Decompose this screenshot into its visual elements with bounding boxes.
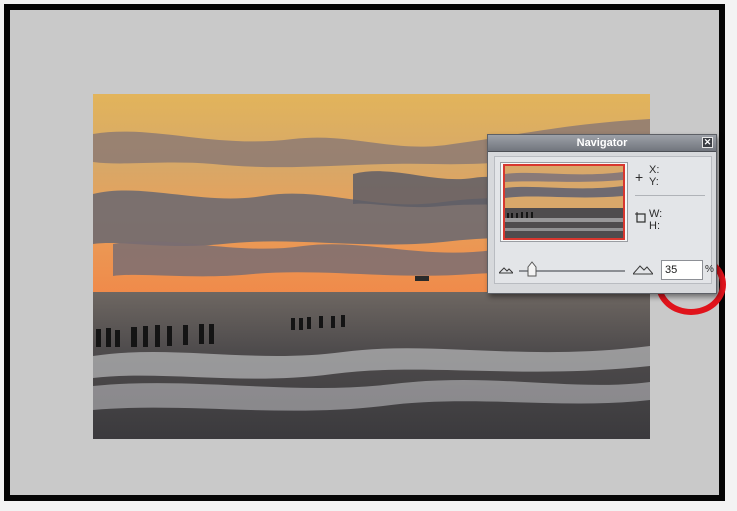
navigator-thumbnail-frame (500, 162, 628, 242)
navigator-body: + X: Y: W: H: 35 % (494, 156, 714, 284)
info-divider (635, 195, 705, 196)
navigator-info: + X: Y: W: H: (635, 162, 707, 242)
h-label: H: (649, 220, 660, 232)
selection-size-icon (635, 212, 646, 223)
w-label: W: (649, 208, 663, 220)
x-label: X: (649, 164, 660, 176)
crosshair-icon: + (635, 169, 644, 185)
navigator-titlebar[interactable]: Navigator ✕ (488, 135, 716, 152)
zoom-percent-label: % (705, 264, 714, 275)
close-icon[interactable]: ✕ (702, 137, 713, 148)
zoom-out-mountain-icon[interactable] (499, 265, 513, 274)
navigator-panel[interactable]: Navigator ✕ + X: Y: W: H: 35 % (487, 134, 717, 294)
zoom-controls: 35 % (497, 260, 714, 282)
y-label: Y: (649, 176, 659, 188)
navigator-title: Navigator (576, 137, 628, 149)
view-rectangle[interactable] (503, 164, 625, 240)
zoom-slider-thumb[interactable] (527, 261, 537, 277)
zoom-in-mountain-icon[interactable] (633, 263, 653, 275)
zoom-percent-input[interactable]: 35 (661, 260, 703, 280)
